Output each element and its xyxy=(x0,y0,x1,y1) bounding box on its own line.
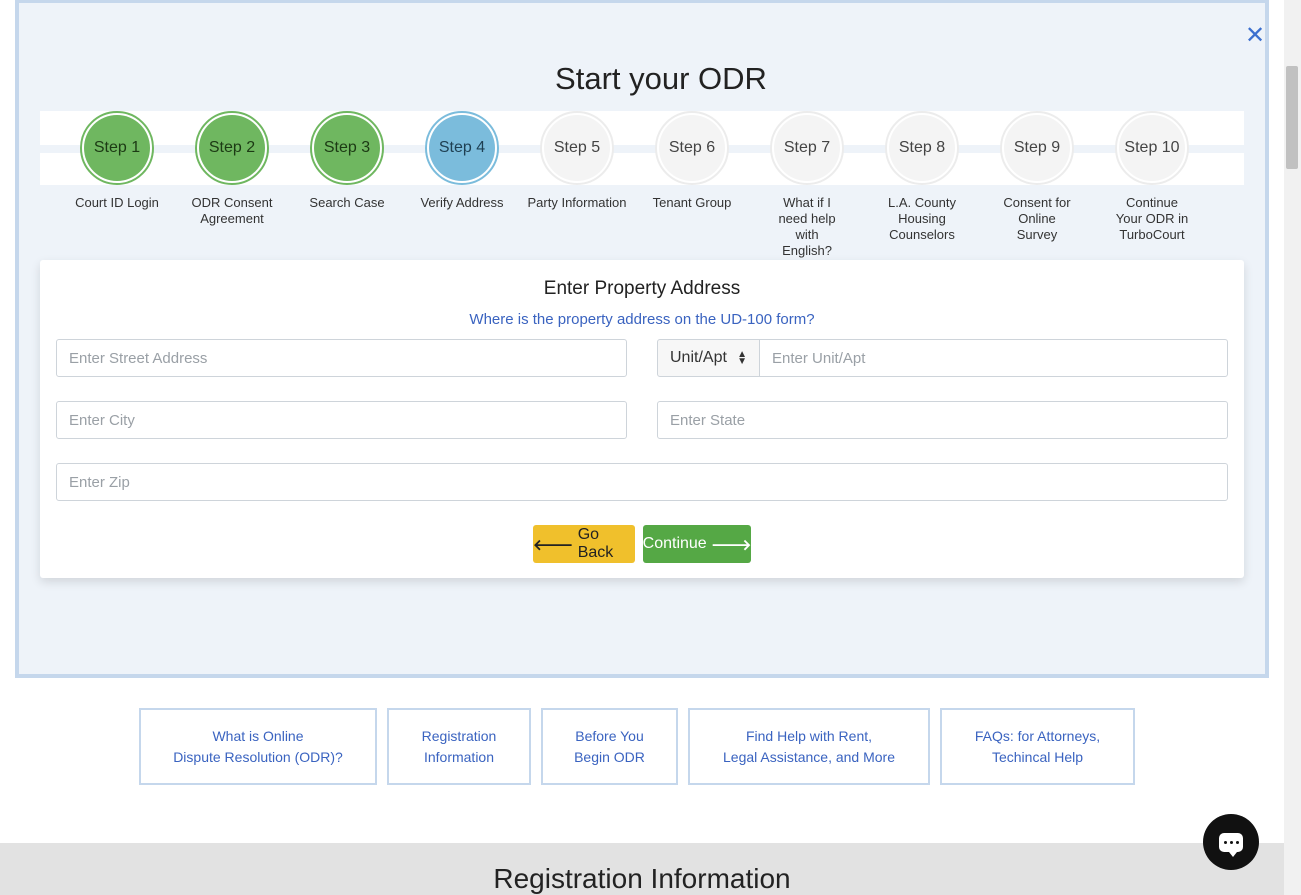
scrollbar-thumb[interactable] xyxy=(1286,66,1298,169)
zip-input[interactable] xyxy=(56,463,1228,501)
step-number: Step 4 xyxy=(429,115,495,181)
step-number: Step 10 xyxy=(1119,115,1185,181)
street-address-input[interactable] xyxy=(56,339,627,377)
continue-button[interactable]: Continue 🡒 xyxy=(643,525,751,563)
city-input[interactable] xyxy=(56,401,627,439)
step-caption: L.A. County Housing Counselors xyxy=(888,195,956,242)
step-caption: Party Information xyxy=(527,195,627,210)
link-line: Information xyxy=(423,748,495,765)
step-circle: Step 2 xyxy=(195,111,269,185)
arrow-left-icon: 🡐 xyxy=(533,535,574,554)
step-number: Step 7 xyxy=(774,115,840,181)
address-form-card: Enter Property Address Where is the prop… xyxy=(40,260,1244,578)
step-number: Step 8 xyxy=(889,115,955,181)
step-4[interactable]: Step 4 Verify Address xyxy=(407,111,517,211)
registration-section: Registration Information xyxy=(0,843,1284,895)
step-circle: Step 6 xyxy=(655,111,729,185)
go-back-label: Go Back xyxy=(577,526,614,561)
step-9[interactable]: Step 9 Consent for Online Survey xyxy=(982,111,1092,243)
link-line: What is Online xyxy=(212,727,304,744)
step-caption: Tenant Group xyxy=(652,195,732,210)
step-6[interactable]: Step 6 Tenant Group xyxy=(637,111,747,211)
faqs-link[interactable]: FAQs: for Attorneys, Techincal Help xyxy=(940,708,1135,785)
step-caption: Consent for Online Survey xyxy=(1003,195,1071,242)
modal-title: Start your ODR xyxy=(555,61,767,96)
arrow-right-icon: 🡒 xyxy=(711,535,752,554)
chat-button[interactable] xyxy=(1203,814,1259,870)
step-8[interactable]: Step 8 L.A. County Housing Counselors xyxy=(867,111,977,243)
before-you-begin-link[interactable]: Before You Begin ODR xyxy=(541,708,678,785)
page: ✕ Start your ODR Step 1 Court ID Login S… xyxy=(0,0,1301,895)
step-circle: Step 1 xyxy=(80,111,154,185)
link-line: Legal Assistance, and More xyxy=(723,748,895,765)
step-10[interactable]: Step 10 Continue Your ODR in TurboCourt xyxy=(1097,111,1207,243)
step-caption: ODR Consent Agreement xyxy=(191,195,273,226)
chat-dot xyxy=(1229,840,1233,844)
unit-apt-input[interactable] xyxy=(759,339,1228,377)
form-title: Enter Property Address xyxy=(543,278,741,299)
link-line: Registration xyxy=(421,727,497,744)
chat-dot xyxy=(1223,840,1227,844)
step-caption: Court ID Login xyxy=(75,195,159,210)
unit-type-select[interactable]: Unit/Apt ▲ ▼ xyxy=(657,339,760,377)
link-line: Before You xyxy=(575,727,644,744)
close-icon[interactable]: ✕ xyxy=(1243,23,1267,47)
step-3[interactable]: Step 3 Search Case xyxy=(292,111,402,211)
step-circle: Step 5 xyxy=(540,111,614,185)
find-help-link[interactable]: Find Help with Rent, Legal Assistance, an… xyxy=(688,708,930,785)
chat-icon xyxy=(1219,832,1243,857)
step-caption: Continue Your ODR in TurboCourt xyxy=(1115,195,1189,242)
link-line: FAQs: for Attorneys, xyxy=(974,727,1101,744)
step-2[interactable]: Step 2 ODR Consent Agreement xyxy=(177,111,287,227)
step-circle: Step 3 xyxy=(310,111,384,185)
step-circle: Step 8 xyxy=(885,111,959,185)
step-5[interactable]: Step 5 Party Information xyxy=(522,111,632,211)
what-is-odr-link[interactable]: What is Online Dispute Resolution (ODR)? xyxy=(139,708,377,785)
registration-info-link[interactable]: Registration Information xyxy=(387,708,531,785)
step-circle: Step 7 xyxy=(770,111,844,185)
step-1[interactable]: Step 1 Court ID Login xyxy=(62,111,172,211)
state-input[interactable] xyxy=(657,401,1228,439)
unit-type-value: Unit/Apt xyxy=(670,349,727,366)
step-number: Step 5 xyxy=(544,115,610,181)
link-line: Begin ODR xyxy=(574,748,645,765)
continue-label: Continue xyxy=(642,535,707,552)
step-caption: Verify Address xyxy=(420,195,504,210)
link-line: Find Help with Rent, xyxy=(745,727,873,744)
step-circle: Step 4 xyxy=(425,111,499,185)
go-back-button[interactable]: 🡐 Go Back xyxy=(533,525,635,563)
step-circle: Step 9 xyxy=(1000,111,1074,185)
step-caption: Search Case xyxy=(309,195,385,210)
section-title: Registration Information xyxy=(493,863,791,894)
link-line: Techincal Help xyxy=(991,748,1084,765)
link-line: Dispute Resolution (ODR)? xyxy=(173,748,343,765)
step-number: Step 9 xyxy=(1004,115,1070,181)
step-7[interactable]: Step 7 What if I need help with English? xyxy=(752,111,862,259)
step-caption: What if I need help with English? xyxy=(778,195,836,258)
select-caret-icon: ▲ ▼ xyxy=(737,349,747,367)
step-number: Step 3 xyxy=(314,115,380,181)
step-number: Step 6 xyxy=(659,115,725,181)
step-number: Step 1 xyxy=(84,115,150,181)
step-circle: Step 10 xyxy=(1115,111,1189,185)
step-number: Step 2 xyxy=(199,115,265,181)
chat-dot xyxy=(1235,840,1239,844)
ud100-help-link[interactable]: Where is the property address on the UD-… xyxy=(40,311,1244,328)
